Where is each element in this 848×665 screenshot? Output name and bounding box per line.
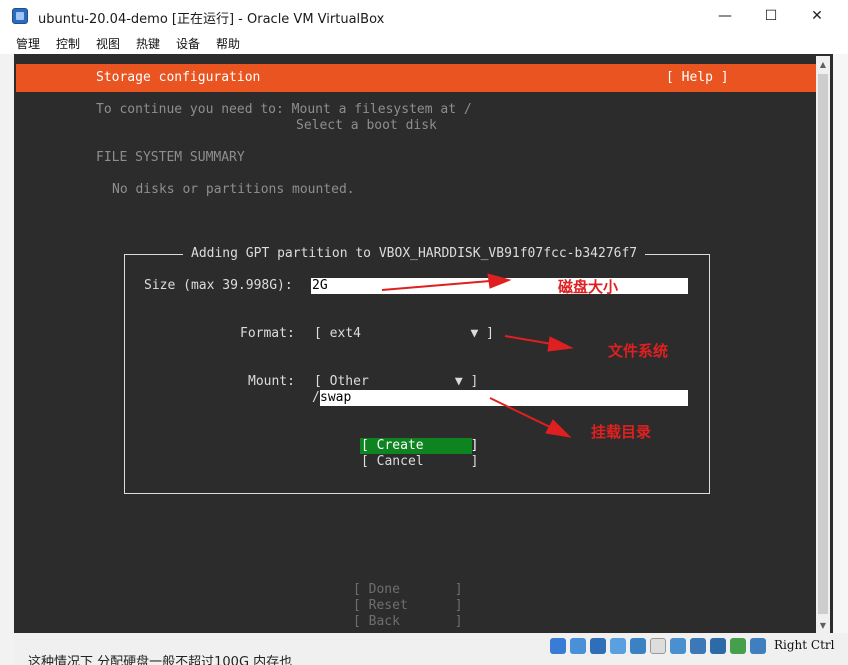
- summary-heading: FILE SYSTEM SUMMARY: [96, 150, 245, 165]
- vertical-scrollbar[interactable]: ▲ ▼: [816, 56, 830, 633]
- background-window-right: [833, 54, 848, 665]
- shared-folder-icon[interactable]: [650, 638, 666, 654]
- scroll-down-arrow-icon[interactable]: ▼: [816, 617, 830, 633]
- menu-item-devices[interactable]: 设备: [176, 35, 200, 52]
- vm-screen[interactable]: Storage configuration [ Help ] To contin…: [16, 56, 816, 633]
- reset-button[interactable]: [ Reset ]: [353, 598, 463, 613]
- menu-item-hotkeys[interactable]: 热键: [136, 35, 160, 52]
- window-titlebar: ubuntu-20.04-demo [正在运行] - Oracle VM Vir…: [0, 0, 848, 32]
- mount-path-value: swap: [320, 390, 352, 405]
- network-icon[interactable]: [610, 638, 626, 654]
- notice-line-2: Select a boot disk: [296, 118, 437, 133]
- scroll-thumb[interactable]: [818, 74, 828, 614]
- size-label: Size (max 39.998G):: [144, 278, 293, 293]
- usb-icon[interactable]: [630, 638, 646, 654]
- minimize-button[interactable]: —: [702, 0, 748, 32]
- menu-item-help[interactable]: 帮助: [216, 35, 240, 52]
- menu-item-view[interactable]: 视图: [96, 35, 120, 52]
- menu-item-manage[interactable]: 管理: [16, 35, 40, 52]
- close-button[interactable]: ✕: [794, 0, 840, 32]
- cancel-button[interactable]: [ Cancel ]: [361, 454, 478, 469]
- mount-label: Mount:: [248, 374, 295, 389]
- display-icon[interactable]: [670, 638, 686, 654]
- hard-disk-icon[interactable]: [550, 638, 566, 654]
- size-annotation: 磁盘大小: [558, 278, 619, 296]
- done-button[interactable]: [ Done ]: [353, 582, 463, 597]
- vm-statusbar: 这种情况下 分配硬盘一般不超过100G 内存也 Right Ctrl: [14, 633, 848, 665]
- notice-line-1: To continue you need to: Mount a filesys…: [96, 102, 472, 117]
- back-button[interactable]: [ Back ]: [353, 614, 463, 629]
- cpu-icon[interactable]: [730, 638, 746, 654]
- mount-annotation: 挂载目录: [591, 423, 652, 441]
- menu-item-control[interactable]: 控制: [56, 35, 80, 52]
- create-button[interactable]: [ Create ]: [361, 438, 478, 453]
- audio-icon[interactable]: [590, 638, 606, 654]
- summary-text: No disks or partitions mounted.: [112, 182, 355, 197]
- optical-drive-icon[interactable]: [570, 638, 586, 654]
- help-button[interactable]: [ Help ]: [666, 70, 729, 85]
- background-window-left: [0, 54, 14, 665]
- mount-path-input[interactable]: swap: [320, 390, 688, 406]
- window-title: ubuntu-20.04-demo [正在运行] - Oracle VM Vir…: [38, 12, 385, 27]
- size-input[interactable]: 2G: [311, 278, 688, 294]
- mouse-integration-icon[interactable]: [750, 638, 766, 654]
- dialog-title: Adding GPT partition to VBOX_HARDDISK_VB…: [183, 246, 646, 261]
- maximize-button[interactable]: ☐: [748, 0, 794, 32]
- virtualbox-app-icon: [12, 8, 28, 24]
- page-title: Storage configuration: [96, 70, 261, 85]
- size-input-value: 2G: [312, 278, 328, 293]
- mount-path-prefix: /: [312, 390, 320, 405]
- virtualization-icon[interactable]: [710, 638, 726, 654]
- format-label: Format:: [240, 326, 295, 341]
- background-window-text: 这种情况下 分配硬盘一般不超过100G 内存也: [28, 655, 293, 665]
- format-select[interactable]: [ ext4 ▼ ]: [314, 326, 494, 341]
- format-annotation: 文件系统: [608, 342, 669, 360]
- menu-bar: 管理 控制 视图 热键 设备 帮助: [0, 32, 848, 54]
- host-key-label: Right Ctrl: [774, 638, 835, 652]
- mount-select[interactable]: [ Other ▼ ]: [314, 374, 478, 389]
- scroll-up-arrow-icon[interactable]: ▲: [816, 56, 830, 72]
- recording-icon[interactable]: [690, 638, 706, 654]
